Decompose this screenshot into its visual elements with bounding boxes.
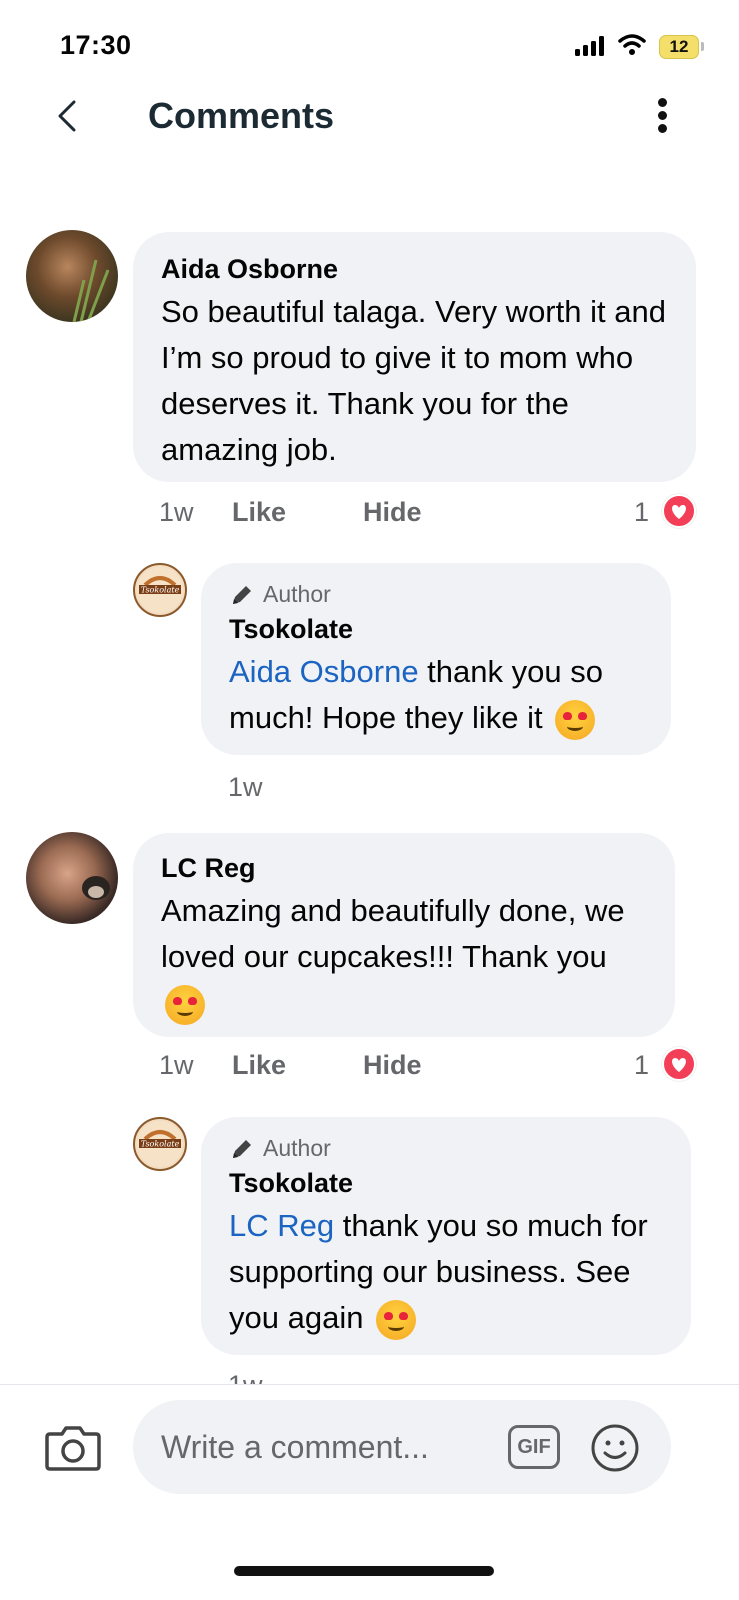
- wifi-icon: [618, 34, 646, 55]
- reply-bubble[interactable]: Author Tsokolate Aida Osborne thank you …: [201, 563, 671, 755]
- chevron-left-icon[interactable]: [52, 96, 82, 136]
- reaction-count[interactable]: 1: [634, 497, 649, 528]
- comment-text: Amazing and beautifully done, we loved o…: [161, 888, 647, 1026]
- comment-body: Amazing and beautifully done, we loved o…: [161, 893, 625, 974]
- comment-time: 1w: [159, 497, 194, 527]
- composer-divider: [0, 1384, 739, 1385]
- avatar[interactable]: [26, 832, 118, 924]
- author-badge: Author: [229, 581, 643, 608]
- battery-nub: [701, 42, 704, 51]
- reply-author[interactable]: Tsokolate: [229, 614, 643, 645]
- reply-time: 1w: [228, 1370, 263, 1384]
- comment-time: 1w: [159, 1050, 194, 1080]
- author-badge: Author: [229, 1135, 663, 1162]
- pencil-icon: [233, 585, 251, 604]
- comment-bubble[interactable]: Aida Osborne So beautiful talaga. Very w…: [133, 232, 696, 482]
- status-time: 17:30: [60, 30, 132, 60]
- comment-bubble[interactable]: LC Reg Amazing and beautifully done, we …: [133, 833, 675, 1037]
- reply-text: LC Reg thank you so much for supporting …: [229, 1203, 663, 1341]
- heart-eyes-emoji-icon: [165, 984, 205, 1025]
- camera-icon[interactable]: [44, 1422, 102, 1472]
- svg-text:Tsokolate: Tsokolate: [141, 586, 180, 595]
- author-badge-label: Author: [263, 581, 331, 607]
- svg-text:Tsokolate: Tsokolate: [141, 1140, 180, 1149]
- home-indicator[interactable]: [234, 1566, 494, 1576]
- pencil-icon: [233, 1139, 251, 1158]
- mention-link[interactable]: LC Reg: [229, 1208, 334, 1243]
- reply-author[interactable]: Tsokolate: [229, 1168, 663, 1199]
- heart-icon[interactable]: [662, 494, 696, 528]
- comment-text: So beautiful talaga. Very worth it and I…: [161, 294, 666, 467]
- gif-button[interactable]: GIF: [508, 1425, 560, 1469]
- avatar[interactable]: [26, 230, 118, 322]
- cellular-signal-icon: [575, 36, 607, 56]
- comment-author[interactable]: Aida Osborne: [161, 254, 668, 285]
- more-vertical-icon[interactable]: [654, 96, 670, 136]
- comment-author[interactable]: LC Reg: [161, 853, 647, 884]
- mention-link[interactable]: Aida Osborne: [229, 654, 419, 689]
- page-title: Comments: [148, 95, 335, 136]
- author-badge-label: Author: [263, 1135, 331, 1161]
- hide-button[interactable]: Hide: [363, 497, 422, 528]
- like-button[interactable]: Like: [232, 497, 286, 528]
- reply-bubble[interactable]: Author Tsokolate LC Reg thank you so muc…: [201, 1117, 691, 1355]
- reply-text: Aida Osborne thank you so much! Hope the…: [229, 649, 643, 741]
- hide-button[interactable]: Hide: [363, 1050, 422, 1081]
- like-button[interactable]: Like: [232, 1050, 286, 1081]
- battery-indicator: 12: [659, 35, 699, 59]
- brand-logo[interactable]: Tsokolate: [133, 563, 187, 617]
- reply-time: 1w: [228, 772, 263, 802]
- heart-icon[interactable]: [662, 1047, 696, 1081]
- smiling-hearts-emoji-icon: [555, 699, 596, 740]
- brand-logo[interactable]: Tsokolate: [133, 1117, 187, 1171]
- smiley-icon[interactable]: [590, 1423, 640, 1473]
- reaction-count[interactable]: 1: [634, 1050, 649, 1081]
- smiling-hearts-emoji-icon: [376, 1299, 417, 1340]
